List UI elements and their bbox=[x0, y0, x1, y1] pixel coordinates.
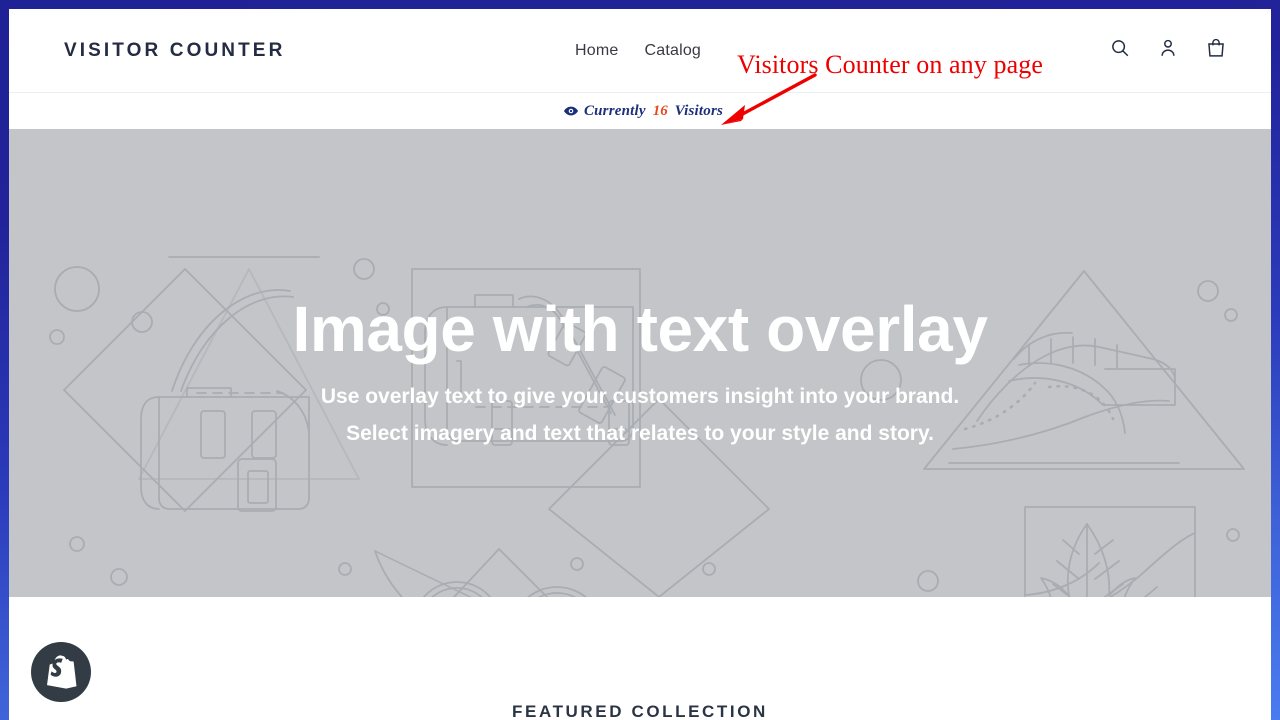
search-icon[interactable] bbox=[1109, 37, 1131, 64]
site-logo[interactable]: VISITOR COUNTER bbox=[64, 40, 285, 62]
shopify-logo-icon[interactable] bbox=[31, 642, 91, 702]
browser-frame: VISITOR COUNTER Home Catalog Currently 1… bbox=[0, 0, 1280, 720]
visitor-counter-suffix: Visitors bbox=[674, 102, 724, 119]
eye-icon bbox=[563, 105, 579, 117]
page-viewport: VISITOR COUNTER Home Catalog Currently 1… bbox=[9, 9, 1271, 720]
hero-text-overlay: Image with text overlay Use overlay text… bbox=[9, 129, 1271, 597]
featured-collection-heading: FEATURED COLLECTION bbox=[512, 702, 768, 720]
header-icon-group bbox=[1109, 9, 1227, 92]
site-header: VISITOR COUNTER Home Catalog bbox=[9, 9, 1271, 93]
below-hero-section: FEATURED COLLECTION bbox=[9, 597, 1271, 720]
visitor-counter: Currently 16 Visitors bbox=[563, 103, 723, 120]
nav-link-catalog[interactable]: Catalog bbox=[644, 42, 701, 60]
cart-icon[interactable] bbox=[1205, 37, 1227, 64]
nav-link-home[interactable]: Home bbox=[575, 42, 618, 60]
account-icon[interactable] bbox=[1157, 37, 1179, 64]
hero-section: Image with text overlay Use overlay text… bbox=[9, 129, 1271, 597]
hero-title: Image with text overlay bbox=[292, 293, 988, 366]
visitor-counter-count: 16 bbox=[652, 102, 668, 119]
hero-subtitle-line-2: Select imagery and text that relates to … bbox=[346, 421, 934, 445]
main-navigation: Home Catalog bbox=[575, 9, 701, 92]
visitor-counter-prefix: Currently bbox=[583, 102, 646, 119]
hero-subtitle: Use overlay text to give your customers … bbox=[321, 379, 959, 451]
visitor-counter-bar: Currently 16 Visitors bbox=[9, 93, 1271, 129]
hero-subtitle-line-1: Use overlay text to give your customers … bbox=[320, 385, 960, 409]
annotation-text: Visitors Counter on any page bbox=[737, 50, 1043, 79]
